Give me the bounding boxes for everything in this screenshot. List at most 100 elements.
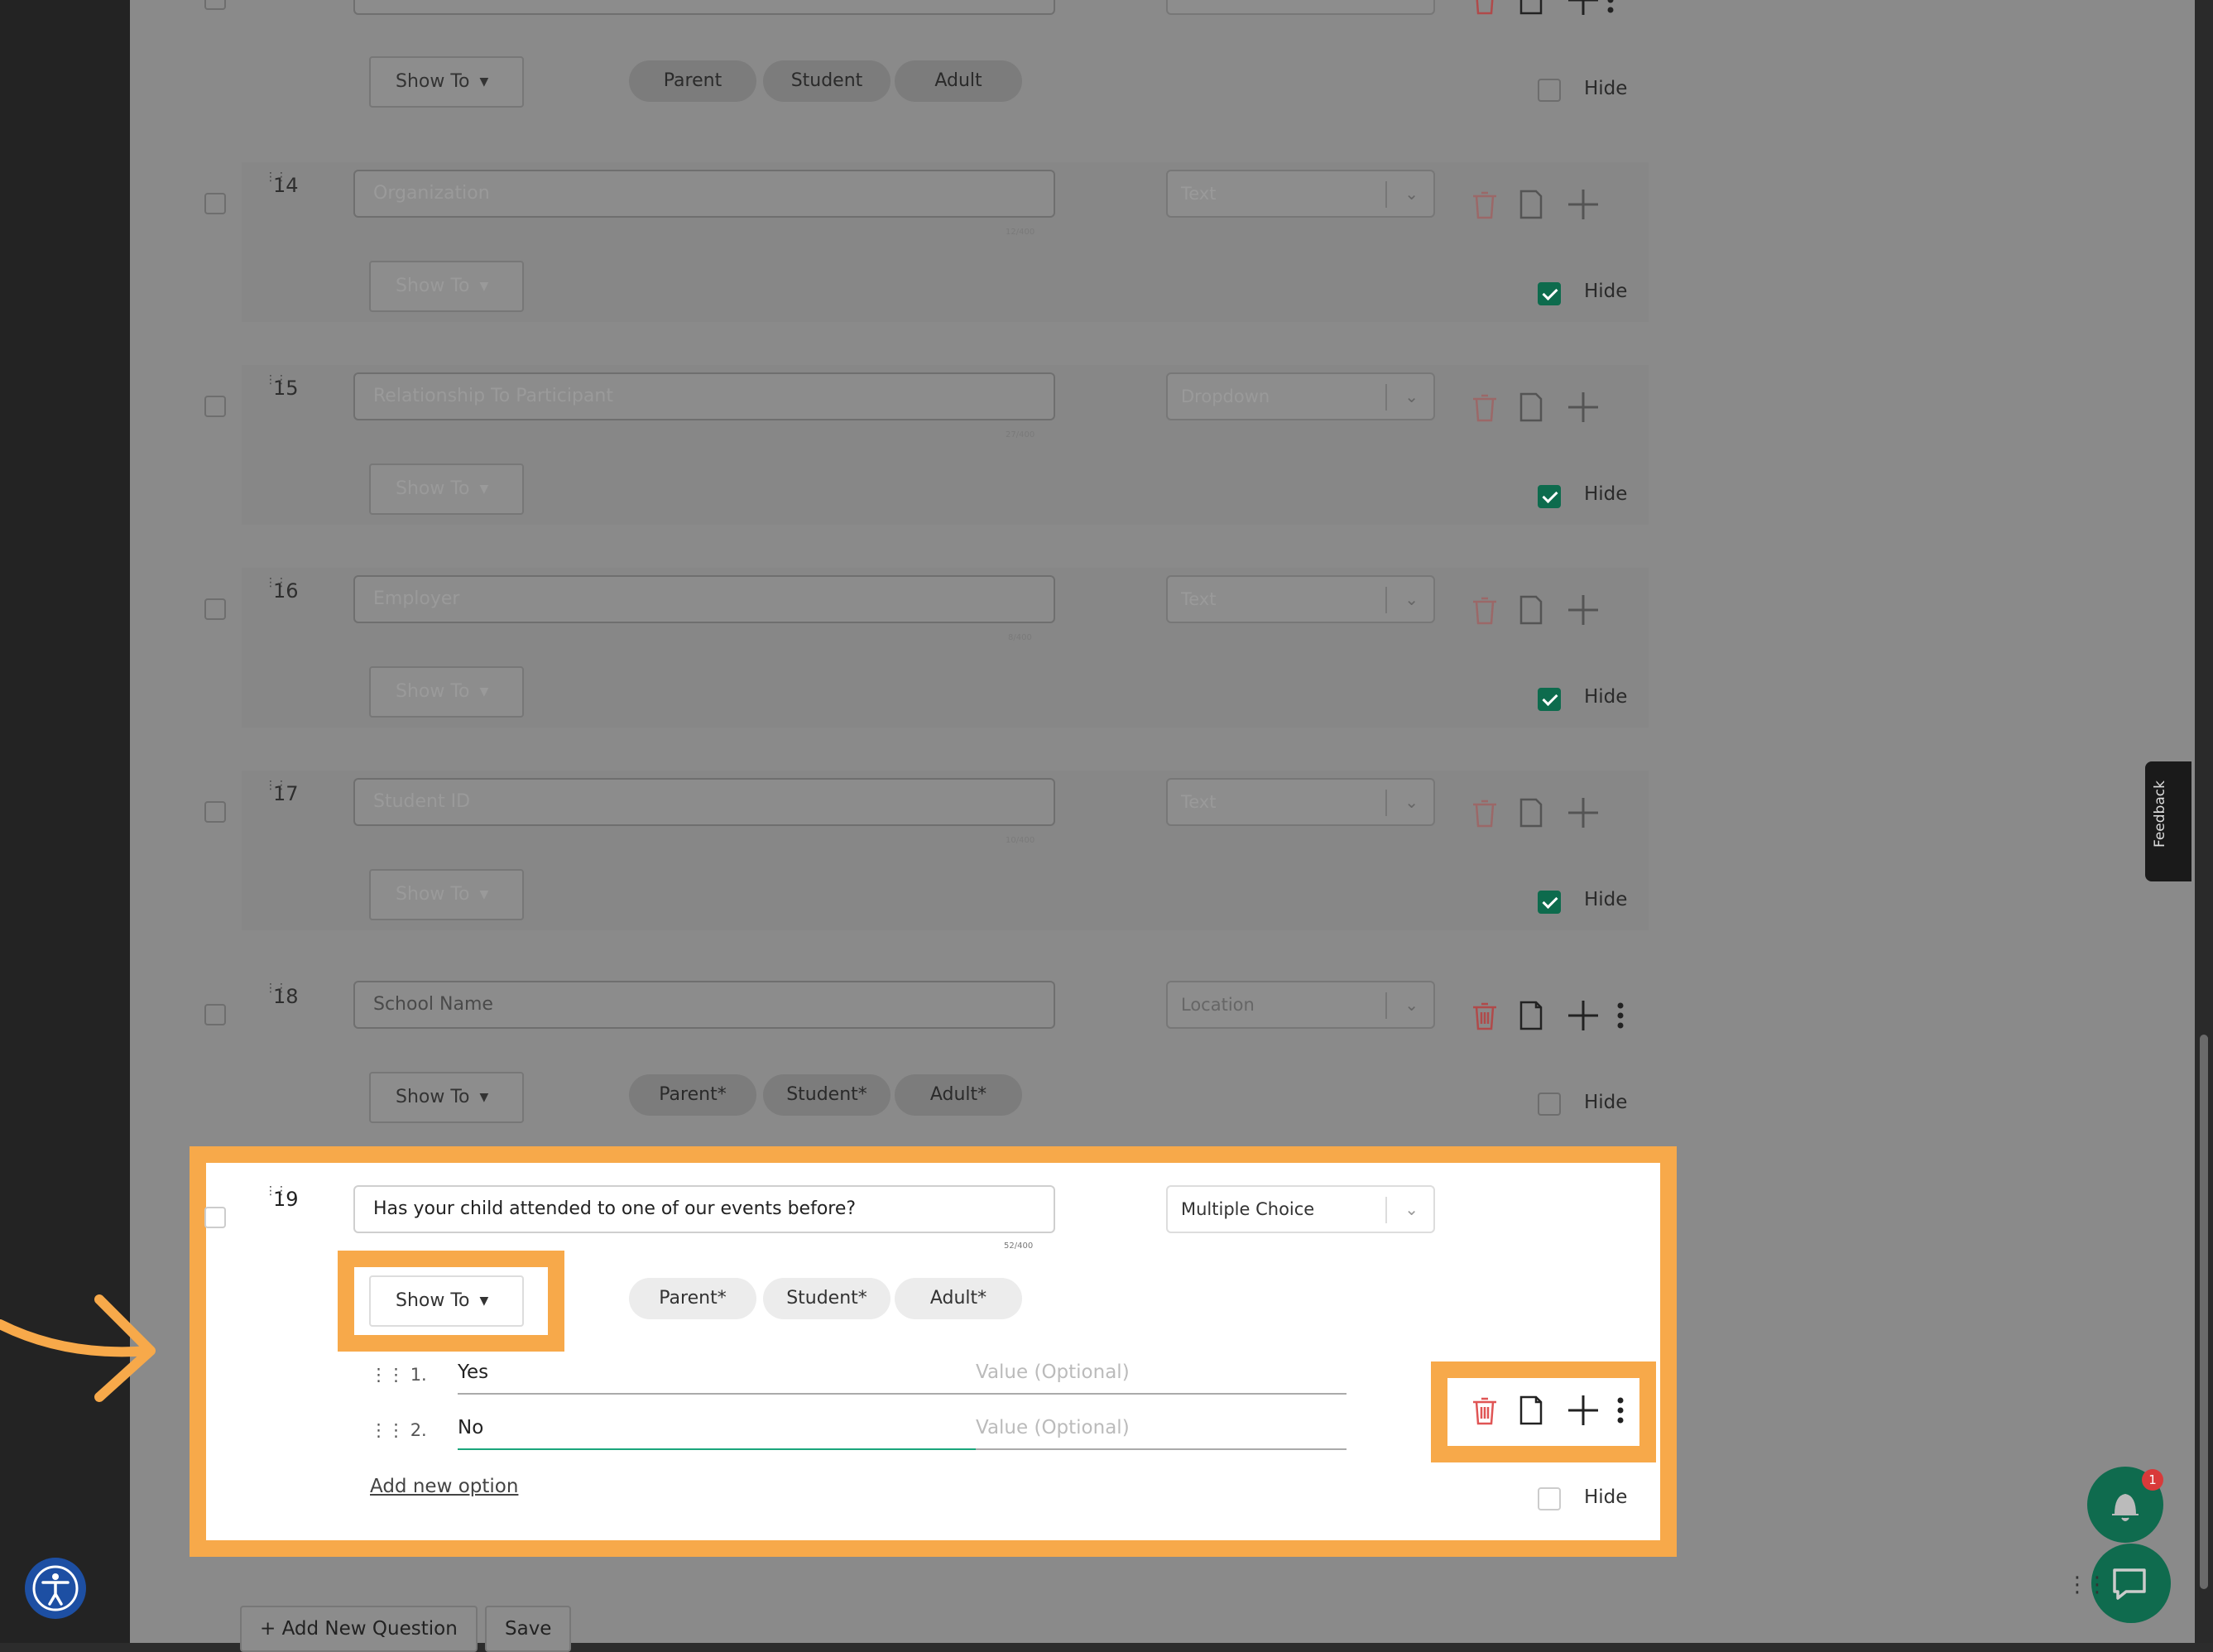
- drag-handle-icon[interactable]: ⋮⋮: [265, 982, 287, 995]
- drag-handle-icon[interactable]: ⋮⋮: [265, 170, 287, 184]
- hide-checkbox[interactable]: [1538, 485, 1561, 508]
- option-row: ⋮⋮ 2. No Value (Optional): [370, 1417, 1347, 1458]
- hide-checkbox[interactable]: [1538, 79, 1561, 102]
- feedback-tab[interactable]: Feedback: [2145, 761, 2191, 881]
- add-icon[interactable]: [1565, 997, 1601, 1034]
- add-icon[interactable]: [1565, 0, 1601, 18]
- delete-icon[interactable]: [1467, 592, 1503, 628]
- question-title-input[interactable]: [353, 0, 1055, 15]
- add-new-question-button[interactable]: + Add New Question: [240, 1606, 478, 1652]
- drag-handle-icon[interactable]: ⋮⋮: [265, 779, 287, 792]
- drag-handle-icon[interactable]: ⋮⋮: [370, 1420, 405, 1440]
- question-title-input[interactable]: Organization: [353, 170, 1055, 218]
- hide-label: Hide: [1584, 78, 1628, 99]
- hide-checkbox[interactable]: [1538, 1093, 1561, 1116]
- row-select-checkbox[interactable]: [204, 1207, 226, 1228]
- question-type-select[interactable]: Multiple Choice ⌄: [1166, 1185, 1435, 1233]
- option-value-input[interactable]: Value (Optional): [976, 1361, 1130, 1383]
- add-icon[interactable]: [1565, 1392, 1601, 1429]
- hide-checkbox[interactable]: [1538, 282, 1561, 305]
- option-value-input[interactable]: Value (Optional): [976, 1417, 1130, 1438]
- row-select-checkbox[interactable]: [204, 396, 226, 417]
- duplicate-icon[interactable]: [1513, 389, 1549, 425]
- drag-handle-icon[interactable]: ⋮⋮: [265, 1184, 287, 1198]
- delete-icon[interactable]: [1467, 389, 1503, 425]
- save-button[interactable]: Save: [485, 1606, 572, 1652]
- option-underline: [458, 1393, 1347, 1395]
- row-select-checkbox[interactable]: [204, 801, 226, 823]
- add-icon[interactable]: [1565, 592, 1601, 628]
- row-select-checkbox[interactable]: [204, 598, 226, 620]
- question-title-input[interactable]: Relationship To Participant: [353, 372, 1055, 420]
- option-number: ⋮⋮ 2.: [370, 1420, 427, 1440]
- duplicate-icon[interactable]: [1513, 997, 1549, 1034]
- show-to-dropdown[interactable]: Show To ▼: [369, 1072, 524, 1123]
- option-label-input[interactable]: Yes: [458, 1361, 488, 1383]
- char-counter: 27/400: [1006, 430, 1035, 439]
- add-icon[interactable]: [1565, 795, 1601, 831]
- audience-pill-student[interactable]: Student*: [763, 1278, 890, 1319]
- duplicate-icon[interactable]: [1513, 795, 1549, 831]
- delete-icon[interactable]: [1467, 795, 1503, 831]
- audience-pill-adult[interactable]: Adult*: [895, 1278, 1022, 1319]
- question-title-input[interactable]: Student ID: [353, 778, 1055, 826]
- duplicate-icon[interactable]: [1513, 0, 1549, 18]
- more-options-icon[interactable]: [1612, 1392, 1629, 1429]
- hide-checkbox[interactable]: [1538, 1487, 1561, 1510]
- delete-icon[interactable]: [1467, 0, 1503, 18]
- chevron-down-icon: ⌄: [1404, 792, 1419, 812]
- row-select-checkbox[interactable]: [204, 193, 226, 214]
- row-select-checkbox[interactable]: [204, 0, 226, 10]
- delete-icon[interactable]: [1467, 997, 1503, 1034]
- chevron-down-icon: ⌄: [1404, 1199, 1419, 1219]
- audience-pill-adult[interactable]: Adult: [895, 60, 1022, 102]
- question-type-select[interactable]: Text ⌄: [1166, 778, 1435, 826]
- delete-icon[interactable]: [1467, 186, 1503, 223]
- duplicate-icon[interactable]: [1513, 1392, 1549, 1429]
- scrollbar-thumb[interactable]: [2200, 1035, 2208, 1589]
- add-icon[interactable]: [1565, 389, 1601, 425]
- show-to-dropdown[interactable]: Show To ▼: [369, 666, 524, 718]
- question-title-input[interactable]: Employer: [353, 575, 1055, 623]
- row-select-checkbox[interactable]: [204, 1004, 226, 1025]
- option-label-input[interactable]: No: [458, 1417, 483, 1438]
- show-to-dropdown[interactable]: Show To ▼: [369, 1275, 524, 1327]
- audience-pill-parent[interactable]: Parent*: [629, 1074, 756, 1116]
- audience-pill-parent[interactable]: Parent*: [629, 1278, 756, 1319]
- accessibility-icon[interactable]: [25, 1558, 86, 1619]
- hide-checkbox[interactable]: [1538, 891, 1561, 914]
- more-options-icon[interactable]: [1602, 0, 1619, 18]
- drag-handle-icon[interactable]: ⋮⋮: [265, 373, 287, 387]
- drag-handle-icon[interactable]: ⋮⋮: [265, 576, 287, 589]
- question-number: ⋮⋮ 15: [265, 373, 299, 400]
- question-type-value: Text: [1181, 184, 1217, 204]
- duplicate-icon[interactable]: [1513, 186, 1549, 223]
- audience-pill-student[interactable]: Student*: [763, 1074, 890, 1116]
- hide-checkbox[interactable]: [1538, 688, 1561, 711]
- more-options-icon[interactable]: [1612, 997, 1629, 1034]
- question-title-input[interactable]: Has your child attended to one of our ev…: [353, 1185, 1055, 1233]
- audience-pill-student[interactable]: Student: [763, 60, 890, 102]
- question-type-select[interactable]: Text ⌄: [1166, 575, 1435, 623]
- question-type-value: Multiple Choice: [1181, 1199, 1315, 1219]
- audience-pill-adult[interactable]: Adult*: [895, 1074, 1022, 1116]
- show-to-dropdown[interactable]: Show To ▼: [369, 56, 524, 108]
- delete-icon[interactable]: [1467, 1392, 1503, 1429]
- question-title-input[interactable]: School Name: [353, 981, 1055, 1029]
- question-type-select[interactable]: Text ⌄: [1166, 170, 1435, 218]
- audience-pill-parent[interactable]: Parent: [629, 60, 756, 102]
- divider: [1385, 384, 1387, 411]
- duplicate-icon[interactable]: [1513, 592, 1549, 628]
- show-to-dropdown[interactable]: Show To ▼: [369, 869, 524, 920]
- add-icon[interactable]: [1565, 186, 1601, 223]
- question-number: ⋮⋮ 17: [265, 779, 299, 805]
- question-type-select[interactable]: Dropdown ⌄: [1166, 372, 1435, 420]
- add-new-option-link[interactable]: Add new option: [370, 1476, 518, 1497]
- question-type-select[interactable]: [1166, 0, 1435, 15]
- show-to-dropdown[interactable]: Show To ▼: [369, 261, 524, 312]
- question-type-select[interactable]: Location ⌄: [1166, 981, 1435, 1029]
- drag-handle-icon[interactable]: ⋮⋮: [370, 1365, 405, 1385]
- notification-badge: 1: [2142, 1469, 2163, 1491]
- show-to-dropdown[interactable]: Show To ▼: [369, 463, 524, 515]
- drag-handle-icon[interactable]: ⋮⋮: [2067, 1573, 2108, 1597]
